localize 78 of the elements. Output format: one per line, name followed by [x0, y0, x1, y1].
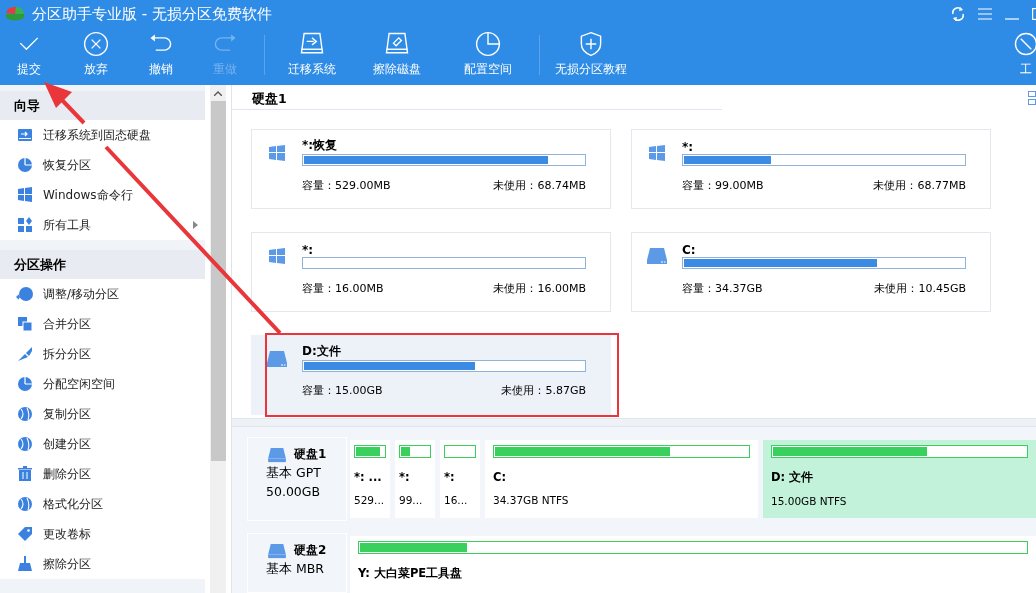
partition-name: *: ...: [354, 470, 383, 484]
partition-name: C:: [493, 470, 508, 484]
capacity-label: 容量：34.37GB: [682, 280, 763, 296]
partition-card[interactable]: *: 容量：16.00MB 未使用：16.00MB: [251, 232, 611, 312]
partition-detail: 16...: [444, 494, 469, 506]
app-logo: [4, 5, 26, 23]
partition-block[interactable]: *: 16...: [440, 440, 480, 518]
unused-label: 未使用：68.77MB: [873, 177, 966, 193]
partition-name: Y: 大白菜PE工具盘: [358, 566, 464, 581]
windows-icon: [16, 186, 34, 204]
tag-icon: [16, 525, 34, 543]
resize-icon: [16, 285, 34, 303]
pie-chart-icon: [16, 375, 34, 393]
drive-icon: [266, 349, 288, 368]
partition-block[interactable]: D: 文件 15.00GB NTFS: [763, 440, 1036, 518]
tool-icon: [1012, 30, 1036, 58]
window-title: 分区助手专业版 - 无损分区免费软件: [32, 4, 273, 24]
section-header: 分区操作: [0, 250, 205, 279]
partition-name: D: 文件: [771, 470, 815, 485]
windows-icon: [268, 144, 286, 163]
capacity-label: 容量：16.00MB: [302, 280, 384, 296]
merge-icon: [16, 315, 34, 333]
partition-name: *:: [682, 140, 695, 155]
usage-bar: [399, 445, 431, 458]
trash-icon: [16, 465, 34, 483]
partition-detail: 99...: [399, 494, 424, 506]
partition-name: *:: [444, 470, 456, 484]
layout-icon[interactable]: [1028, 91, 1036, 105]
partition-name: C:: [682, 243, 697, 257]
partition-block[interactable]: *: 99...: [395, 440, 435, 518]
drive-icon: [266, 446, 288, 463]
capacity-label: 容量：15.00GB: [302, 383, 383, 399]
drive-icon: [266, 542, 288, 559]
globe-icon: [16, 495, 34, 513]
unused-label: 未使用：5.87GB: [501, 383, 586, 399]
partition-card[interactable]: D:文件 容量：15.00GB 未使用：5.87GB: [251, 334, 611, 415]
disk-type: 基本 GPT: [266, 465, 322, 482]
partition-detail: 34.37GB NTFS: [493, 494, 570, 506]
pie-chart-icon: [474, 30, 502, 58]
drive-icon: [646, 247, 668, 265]
cancel-icon: [81, 30, 110, 58]
globe-icon: [16, 435, 34, 453]
refresh-icon[interactable]: [951, 6, 965, 22]
partition-detail: 15.00GB NTFS: [771, 495, 848, 507]
unused-label: 未使用：68.74MB: [493, 177, 586, 193]
unused-label: 未使用：10.45GB: [874, 280, 966, 296]
partition-card[interactable]: *: 容量：99.00MB 未使用：68.77MB: [631, 129, 991, 210]
capacity-label: 容量：529.00MB: [302, 177, 391, 193]
globe-icon: [16, 405, 34, 423]
usage-bar: [354, 445, 386, 458]
disk-title: 硬盘1: [232, 85, 722, 111]
unused-label: 未使用：16.00MB: [493, 280, 586, 296]
partition-card[interactable]: C: 容量：34.37GB 未使用：10.45GB: [631, 232, 991, 312]
partition-name: *:: [302, 243, 315, 257]
drive-icon: [16, 126, 34, 144]
partition-name: D:文件: [302, 342, 342, 360]
menu-icon[interactable]: [978, 8, 992, 20]
capacity-label: 容量：99.00MB: [682, 177, 764, 193]
scroll-up-icon[interactable]: [214, 90, 222, 96]
disk-type: 基本 MBR: [266, 561, 326, 578]
windows-icon: [648, 144, 666, 163]
submenu-arrow-icon: [193, 221, 198, 229]
disk-name: 硬盘1: [294, 446, 327, 463]
partition-detail: 529...: [354, 494, 386, 506]
pie-chart-icon: [16, 156, 34, 174]
windows-icon: [268, 247, 286, 265]
partition-name: *:: [399, 470, 411, 484]
partition-name: *:恢复: [302, 137, 339, 155]
partition-card[interactable]: *:恢复 容量：529.00MB 未使用：68.74MB: [251, 129, 611, 210]
scrollbar[interactable]: [210, 85, 226, 593]
section-header: 向导: [0, 91, 205, 120]
grid-icon: [16, 216, 34, 234]
partition-block[interactable]: Y: 大白菜PE工具盘: [350, 536, 1036, 593]
broom-icon: [16, 555, 34, 573]
disk-name: 硬盘2: [294, 542, 327, 559]
partition-block[interactable]: *: ... 529...: [350, 440, 390, 518]
partition-block[interactable]: C: 34.37GB NTFS: [485, 440, 758, 518]
disk-size: 50.00GB: [266, 484, 322, 499]
